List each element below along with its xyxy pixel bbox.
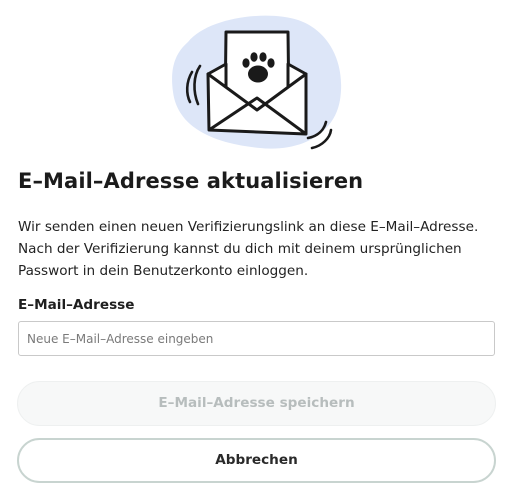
description-line: Nach der Verifizierung kannst du dich mi…	[18, 241, 462, 257]
email-field[interactable]	[18, 321, 495, 356]
description-line: Wir senden einen neuen Verifizierungslin…	[18, 219, 479, 235]
cancel-button[interactable]: Abbrechen	[17, 438, 496, 483]
envelope-with-paw-letter-icon	[172, 15, 342, 150]
save-email-button[interactable]: E–Mail–Adresse speichern	[17, 381, 496, 426]
email-field-label: E–Mail–Adresse	[18, 297, 135, 313]
description-text: Wir senden einen neuen Verifizierungslin…	[18, 216, 498, 282]
page-title: E–Mail–Adresse aktualisieren	[18, 169, 364, 193]
description-line: Passwort in dein Benutzerkonto einloggen…	[18, 263, 309, 279]
envelope-illustration	[168, 12, 348, 160]
